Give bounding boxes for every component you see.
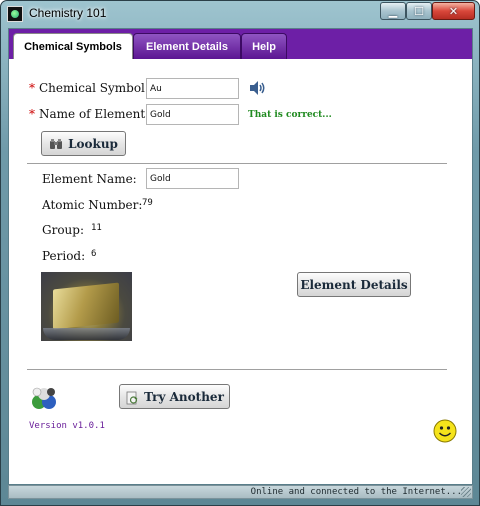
- chemical-symbol-label: * Chemical Symbol:: [29, 81, 149, 95]
- try-another-button[interactable]: Try Another: [119, 384, 230, 409]
- required-marker: *: [29, 107, 35, 121]
- status-text: Online and connected to the Internet...: [250, 487, 462, 497]
- smiley-icon: [433, 419, 457, 443]
- tab-content: * Chemical Symbol: Au * Name of Element: G…: [9, 59, 472, 486]
- tab-help[interactable]: Help: [241, 33, 287, 59]
- close-icon: ✕: [448, 4, 459, 18]
- atomic-number-label: Atomic Number:: [42, 198, 143, 212]
- window-controls: ▁ ☐ ✕: [380, 2, 475, 20]
- title-bar[interactable]: Chemistry 101 ▁ ☐ ✕: [1, 1, 479, 27]
- maximize-icon: ☐: [414, 4, 424, 18]
- tab-element-details[interactable]: Element Details: [133, 33, 241, 59]
- divider: [27, 163, 447, 164]
- element-name-input[interactable]: Gold: [146, 104, 239, 125]
- status-bar: Online and connected to the Internet...: [8, 485, 473, 499]
- element-name-label: * Name of Element:: [29, 107, 150, 121]
- minimize-icon: ▁: [388, 4, 398, 18]
- molecule-logo-icon: [29, 384, 59, 414]
- tab-strip: Chemical Symbols Element Details Help: [9, 29, 472, 59]
- element-image: [41, 272, 132, 341]
- maximize-button[interactable]: ☐: [406, 2, 432, 20]
- resize-grip[interactable]: [461, 487, 471, 497]
- period-label: Period:: [42, 249, 86, 263]
- tab-chemical-symbols[interactable]: Chemical Symbols: [13, 33, 133, 59]
- atomic-number-value: 79: [142, 198, 153, 208]
- period-value: 6: [91, 249, 97, 259]
- speaker-icon[interactable]: [249, 80, 267, 96]
- chemical-symbol-input[interactable]: Au: [146, 78, 239, 99]
- divider: [27, 369, 447, 370]
- lookup-button[interactable]: Lookup: [41, 131, 126, 156]
- close-button[interactable]: ✕: [432, 2, 475, 20]
- main-panel: Chemical Symbols Element Details Help * C…: [8, 28, 473, 485]
- required-marker: *: [29, 81, 35, 95]
- detail-element-name-field: Gold: [146, 168, 239, 189]
- chemistry-app-icon: [7, 6, 23, 22]
- binoculars-icon: [49, 138, 63, 150]
- version-label: Version v1.0.1: [29, 421, 105, 431]
- group-value: 11: [91, 223, 102, 233]
- feedback-message: That is correct...: [248, 110, 332, 120]
- window-title: Chemistry 101: [29, 6, 107, 20]
- refresh-document-icon: [125, 391, 139, 404]
- element-details-button[interactable]: Element Details: [297, 272, 411, 297]
- minimize-button[interactable]: ▁: [380, 2, 406, 20]
- detail-element-name-label: Element Name:: [42, 172, 137, 186]
- group-label: Group:: [42, 223, 84, 237]
- app-window: Chemistry 101 ▁ ☐ ✕ Chemical Symbols Ele…: [0, 0, 480, 506]
